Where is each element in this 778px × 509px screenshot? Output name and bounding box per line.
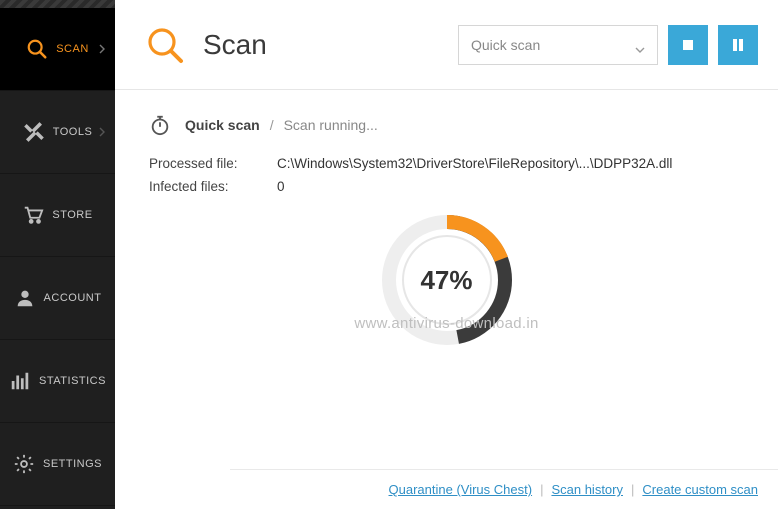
- status-separator: /: [270, 117, 274, 133]
- sidebar-item-tools[interactable]: TOOLS: [0, 91, 115, 174]
- status-mode: Quick scan: [185, 117, 260, 133]
- footer: Quarantine (Virus Chest) | Scan history …: [230, 469, 778, 509]
- status-state: Scan running...: [284, 117, 378, 133]
- sidebar-item-label: SCAN: [56, 43, 89, 55]
- page-title: Scan: [203, 29, 267, 61]
- footer-divider: |: [631, 482, 634, 497]
- create-custom-scan-link[interactable]: Create custom scan: [642, 482, 758, 497]
- chevron-right-icon: [99, 127, 105, 137]
- sidebar-item-settings[interactable]: SETTINGS: [0, 423, 115, 506]
- sidebar-item-label: ACCOUNT: [44, 292, 102, 304]
- sidebar-item-label: TOOLS: [53, 126, 93, 138]
- search-icon: [145, 25, 185, 65]
- infected-files-label: Infected files:: [149, 179, 277, 194]
- status-row: Quick scan / Scan running...: [149, 114, 748, 136]
- progress-ring: 47%: [377, 210, 517, 350]
- main-panel: Scan Quick scan: [115, 0, 778, 509]
- info-grid: Processed file: C:\Windows\System32\Driv…: [149, 156, 748, 194]
- scan-history-link[interactable]: Scan history: [551, 482, 623, 497]
- bars-icon: [9, 370, 31, 392]
- sidebar-item-account[interactable]: ACCOUNT: [0, 257, 115, 340]
- processed-file-value: C:\Windows\System32\DriverStore\FileRepo…: [277, 156, 672, 171]
- scan-type-select[interactable]: Quick scan: [458, 25, 658, 65]
- sidebar-item-label: SETTINGS: [43, 458, 102, 470]
- sidebar-item-label: STATISTICS: [39, 375, 106, 387]
- tools-icon: [23, 121, 45, 143]
- stop-button[interactable]: [668, 25, 708, 65]
- sidebar-item-statistics[interactable]: STATISTICS: [0, 340, 115, 423]
- sidebar-item-scan[interactable]: SCAN: [0, 8, 115, 91]
- sidebar: SCAN TOOLS STORE: [0, 0, 115, 509]
- content: Quick scan / Scan running... Processed f…: [115, 90, 778, 469]
- sidebar-item-store[interactable]: STORE: [0, 174, 115, 257]
- sidebar-item-label: STORE: [52, 209, 92, 221]
- sidebar-top-pattern: [0, 0, 115, 8]
- search-icon: [26, 38, 48, 60]
- footer-divider: |: [540, 482, 543, 497]
- stopwatch-icon: [149, 114, 171, 136]
- user-icon: [14, 287, 36, 309]
- pause-button[interactable]: [718, 25, 758, 65]
- progress-percent: 47%: [420, 265, 472, 296]
- quarantine-link[interactable]: Quarantine (Virus Chest): [389, 482, 533, 497]
- gear-icon: [13, 453, 35, 475]
- chevron-down-icon: [635, 40, 645, 50]
- infected-files-value: 0: [277, 179, 285, 194]
- scan-type-selected: Quick scan: [471, 37, 540, 53]
- cart-icon: [22, 204, 44, 226]
- chevron-right-icon: [99, 44, 105, 54]
- processed-file-label: Processed file:: [149, 156, 277, 171]
- header: Scan Quick scan: [115, 0, 778, 90]
